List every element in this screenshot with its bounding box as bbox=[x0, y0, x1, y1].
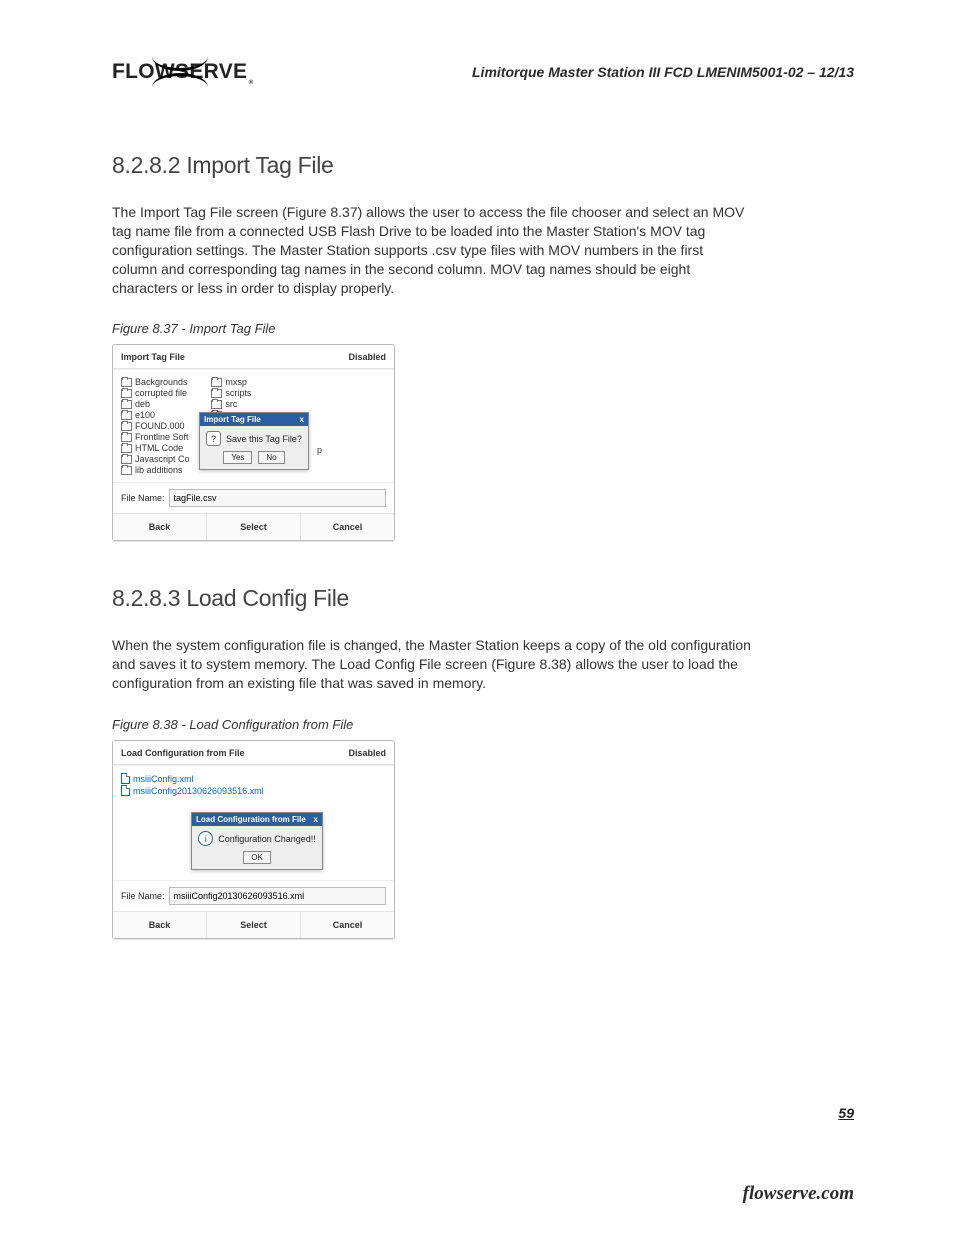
fig1-filename-input[interactable] bbox=[169, 489, 386, 507]
info-icon: i bbox=[198, 831, 213, 846]
folder-icon bbox=[121, 389, 132, 398]
select-button[interactable]: Select bbox=[207, 514, 301, 540]
folder-icon bbox=[121, 378, 132, 387]
folder-icon bbox=[121, 400, 132, 409]
folder-item[interactable]: Javascript Co bbox=[121, 454, 205, 464]
folder-item[interactable]: corrupted file bbox=[121, 388, 205, 398]
folder-item[interactable]: FOUND.000 bbox=[121, 421, 205, 431]
folder-icon bbox=[121, 455, 132, 464]
close-icon[interactable]: x bbox=[300, 415, 304, 424]
folder-item[interactable]: HTML Code bbox=[121, 443, 205, 453]
section-heading-2: 8.2.8.3 Load Config File bbox=[112, 585, 854, 612]
document-id: Limitorque Master Station III FCD LMENIM… bbox=[472, 64, 854, 80]
folder-item[interactable]: deb bbox=[121, 399, 205, 409]
flowserve-logo: FLOWSERVE ® bbox=[112, 46, 247, 98]
fig1-title: Import Tag File bbox=[121, 352, 185, 362]
folder-icon bbox=[121, 411, 132, 420]
fig2-file-list: msiiiConfig.xmlmsiiiConfig20130626093516… bbox=[113, 765, 394, 881]
folder-icon bbox=[121, 444, 132, 453]
folder-icon bbox=[121, 422, 132, 431]
figure-caption-1: Figure 8.37 - Import Tag File bbox=[112, 321, 854, 336]
cancel-button[interactable]: Cancel bbox=[301, 912, 394, 938]
section-body-2: When the system configuration file is ch… bbox=[112, 636, 752, 693]
folder-item[interactable]: Backgrounds bbox=[121, 377, 205, 387]
yes-button[interactable]: Yes bbox=[223, 451, 252, 464]
section-heading-1: 8.2.8.2 Import Tag File bbox=[112, 152, 854, 179]
fig2-window: Load Configuration from File Disabled ms… bbox=[112, 740, 395, 939]
cancel-button[interactable]: Cancel bbox=[301, 514, 394, 540]
figure-caption-2: Figure 8.38 - Load Configuration from Fi… bbox=[112, 717, 854, 732]
question-icon: ? bbox=[206, 431, 221, 446]
fig1-dialog-msg: Save this Tag File? bbox=[226, 434, 302, 444]
fig2-dialog-msg: Configuration Changed!! bbox=[218, 834, 316, 844]
file-item[interactable]: msiiiConfig20130626093516.xml bbox=[121, 785, 386, 796]
folder-icon bbox=[121, 433, 132, 442]
brand-text: FLOWSERVE bbox=[112, 60, 247, 83]
fig2-filename-input[interactable] bbox=[169, 887, 386, 905]
ok-button[interactable]: OK bbox=[243, 851, 271, 864]
folder-icon bbox=[121, 466, 132, 475]
page-number: 59 bbox=[838, 1105, 854, 1121]
stray-text: p bbox=[317, 445, 322, 455]
fig1-file-list: Backgroundscorrupted filedebe100FOUND.00… bbox=[113, 369, 394, 483]
file-item[interactable]: msiiiConfig.xml bbox=[121, 773, 386, 784]
footer-url: flowserve.com bbox=[743, 1183, 854, 1205]
no-button[interactable]: No bbox=[258, 451, 284, 464]
folder-item[interactable]: e100 bbox=[121, 410, 205, 420]
folder-item[interactable]: lib additions bbox=[121, 465, 205, 475]
page-header: FLOWSERVE ® Limitorque Master Station II… bbox=[112, 46, 854, 98]
fig2-filename-label: File Name: bbox=[121, 891, 165, 901]
folder-item[interactable]: Frontline Soft bbox=[121, 432, 205, 442]
fig1-dialog-title: Import Tag File bbox=[204, 415, 261, 424]
fig2-status: Disabled bbox=[348, 748, 386, 758]
fig1-dialog: Import Tag File x ? Save this Tag File? … bbox=[199, 412, 309, 470]
fig1-filename-label: File Name: bbox=[121, 493, 165, 503]
section-body-1: The Import Tag File screen (Figure 8.37)… bbox=[112, 203, 752, 297]
file-icon bbox=[121, 773, 130, 784]
fig2-title: Load Configuration from File bbox=[121, 748, 245, 758]
fig2-dialog: Load Configuration from File x i Configu… bbox=[191, 812, 323, 870]
fig2-dialog-title: Load Configuration from File bbox=[196, 815, 306, 824]
back-button[interactable]: Back bbox=[113, 514, 207, 540]
folder-icon bbox=[211, 389, 222, 398]
folder-item[interactable]: src bbox=[211, 399, 295, 409]
folder-icon bbox=[211, 378, 222, 387]
file-icon bbox=[121, 785, 130, 796]
fig1-window: Import Tag File Disabled Backgroundscorr… bbox=[112, 344, 395, 541]
close-icon[interactable]: x bbox=[314, 815, 318, 824]
back-button[interactable]: Back bbox=[113, 912, 207, 938]
select-button[interactable]: Select bbox=[207, 912, 301, 938]
folder-item[interactable]: mxsp bbox=[211, 377, 295, 387]
folder-icon bbox=[211, 400, 222, 409]
fig1-status: Disabled bbox=[348, 352, 386, 362]
folder-item[interactable]: scripts bbox=[211, 388, 295, 398]
